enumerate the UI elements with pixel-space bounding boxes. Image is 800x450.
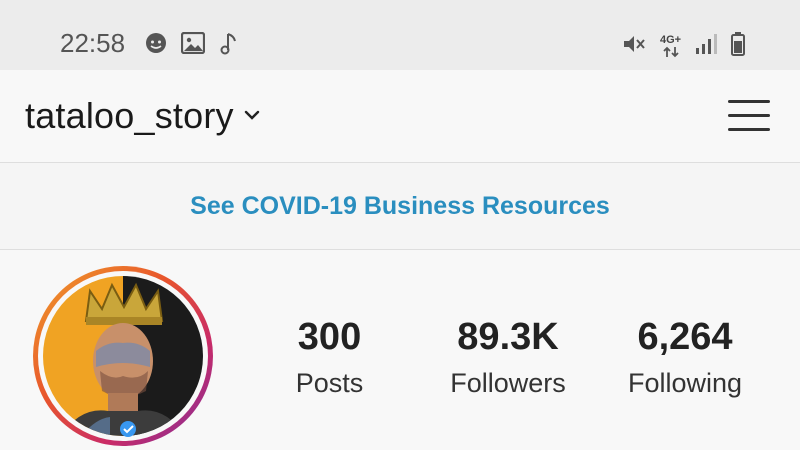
image-icon	[180, 31, 206, 61]
followers-count: 89.3K	[457, 316, 559, 358]
signal-icon	[695, 33, 718, 60]
covid-resources-link[interactable]: See COVID-19 Business Resources	[190, 192, 610, 221]
network-arrows-icon: 4G+	[660, 35, 681, 58]
account-switcher[interactable]: tataloo_story	[25, 95, 260, 137]
profile-summary: 300 Posts 89.3K Followers 6,264 Followin…	[0, 250, 800, 450]
posts-stat[interactable]: 300 Posts	[282, 318, 377, 399]
followers-stat[interactable]: 89.3K Followers	[438, 318, 578, 399]
avatar[interactable]	[33, 266, 213, 446]
covid-banner: See COVID-19 Business Resources	[0, 163, 800, 250]
messenger-icon	[145, 32, 167, 61]
verified-badge-icon	[120, 421, 136, 437]
status-time: 22:58	[60, 28, 126, 58]
profile-header: tataloo_story	[0, 70, 800, 163]
avatar-inner	[38, 271, 208, 441]
following-label: Following	[627, 368, 743, 398]
status-bar: 22:58 4G+	[0, 0, 800, 70]
following-count: 6,264	[637, 316, 733, 358]
hamburger-menu-icon[interactable]	[726, 96, 772, 136]
system-icons: 4G+	[622, 32, 746, 61]
posts-count: 300	[297, 316, 362, 358]
avatar-image	[43, 276, 203, 437]
notification-icons	[145, 31, 239, 61]
network-type-label: 4G+	[660, 34, 682, 46]
username: tataloo_story	[25, 95, 234, 136]
followers-label: Followers	[450, 368, 566, 398]
music-note-icon	[219, 32, 239, 61]
mute-icon	[622, 33, 646, 60]
battery-icon	[731, 32, 746, 61]
following-stat[interactable]: 6,264 Following	[615, 318, 755, 399]
posts-label: Posts	[295, 368, 364, 398]
chevron-down-icon	[244, 107, 260, 125]
